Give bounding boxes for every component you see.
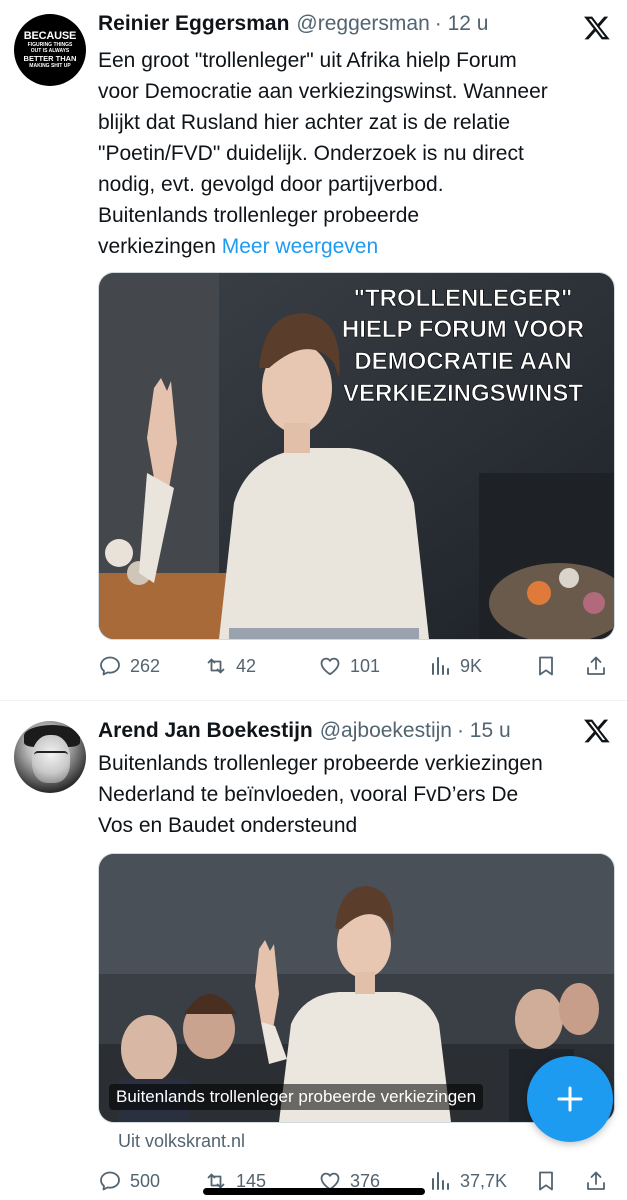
avatar-text: BETTER THAN [23, 54, 77, 64]
retweet-button[interactable]: 42 [204, 654, 256, 678]
home-indicator [203, 1188, 425, 1195]
reply-icon [100, 656, 120, 676]
tweet-actions: 262 42 101 9K [98, 648, 613, 684]
tweet-time[interactable]: · 12 u [435, 12, 489, 36]
link-source[interactable]: Uit volkskrant.nl [118, 1131, 245, 1152]
views-count: 9K [460, 655, 483, 676]
tweet-text-fragment: verkiezingen [98, 235, 216, 258]
views-icon [432, 657, 449, 675]
bookmark-button[interactable] [534, 654, 566, 678]
tweet-text: Buitenlands trollenleger probeerde verki… [98, 748, 611, 841]
views-button[interactable]: 37,7K [428, 1169, 507, 1193]
tweet-header: Reinier Eggersman @reggersman · 12 u [98, 12, 567, 46]
reply-count: 500 [130, 1170, 161, 1191]
x-logo-icon [584, 719, 610, 743]
avatar-glasses [34, 751, 68, 761]
bookmark-button[interactable] [534, 1169, 566, 1193]
tweet-image[interactable]: "TROLLENLEGER" HIELP FORUM VOOR DEMOCRAT… [98, 272, 615, 640]
tweet-text-line: voor Democratie aan verkiezingswinst. Wa… [98, 80, 548, 103]
tweet-text-line: Vos en Baudet ondersteund [98, 814, 358, 837]
like-icon [320, 657, 340, 676]
author-handle[interactable]: @ajboekestijn [320, 719, 452, 743]
overlay-line: VERKIEZINGSWINST [343, 380, 583, 407]
author-name[interactable]: Reinier Eggersman [98, 12, 289, 36]
reply-count: 262 [130, 655, 161, 676]
reply-icon [100, 1171, 120, 1191]
share-button[interactable] [584, 654, 616, 678]
author-handle[interactable]: @reggersman [296, 12, 429, 36]
views-icon [432, 1172, 449, 1190]
bookmark-icon [539, 1171, 553, 1191]
overlay-line: DEMOCRATIE AAN [354, 348, 571, 375]
views-button[interactable]: 9K [428, 654, 482, 678]
avatar-text: MAKING SHIT UP [29, 62, 71, 69]
share-icon [587, 656, 605, 675]
tweet-text-line: Buitenlands trollenleger probeerde [98, 204, 420, 227]
tweet-time[interactable]: · 15 u [457, 719, 511, 743]
x-logo-icon [584, 16, 610, 40]
tweet-text-line: Een groot "trollenleger" uit Afrika hiel… [98, 49, 517, 72]
share-icon [587, 1171, 605, 1190]
author-name[interactable]: Arend Jan Boekestijn [98, 719, 313, 743]
show-more-link[interactable]: Meer weergeven [222, 235, 378, 258]
tweet-1[interactable]: BECAUSE FIGURING THINGS OUT IS ALWAYS BE… [0, 0, 627, 700]
bookmark-icon [539, 656, 553, 676]
tweet-2[interactable]: Arend Jan Boekestijn @ajboekestijn · 15 … [0, 701, 627, 1200]
overlay-line: HIELP FORUM VOOR [342, 316, 584, 343]
tweet-text-line: verkiezingen Meer weergeven [98, 231, 611, 262]
retweet-icon [207, 658, 225, 674]
tweet-text-line: nodig, evt. gevolgd door partijverbod. [98, 173, 444, 196]
views-count: 37,7K [460, 1170, 508, 1191]
reply-button[interactable]: 500 [98, 1169, 160, 1193]
tweet-text-line: Buitenlands trollenleger probeerde verki… [98, 752, 543, 775]
tweet-text-line: blijkt dat Rusland hier achter zat is de… [98, 111, 511, 134]
tweet-text-line: Nederland te beïnvloeden, vooral FvD’ers… [98, 783, 519, 806]
avatar[interactable] [14, 721, 86, 793]
like-count: 101 [350, 655, 381, 676]
image-overlay-text: "TROLLENLEGER" HIELP FORUM VOOR DEMOCRAT… [342, 285, 585, 408]
retweet-count: 42 [236, 655, 257, 676]
compose-button[interactable] [527, 1056, 613, 1142]
compose-plus-icon [557, 1086, 583, 1112]
avatar-text: BECAUSE [23, 30, 77, 43]
share-button[interactable] [584, 1169, 616, 1193]
link-card-title[interactable]: Buitenlands trollenleger probeerde verki… [109, 1084, 484, 1110]
like-button[interactable]: 101 [318, 654, 380, 678]
avatar[interactable]: BECAUSE FIGURING THINGS OUT IS ALWAYS BE… [14, 14, 86, 86]
reply-button[interactable]: 262 [98, 654, 160, 678]
overlay-line: "TROLLENLEGER" [354, 285, 573, 312]
tweet-text-line: "Poetin/FVD" duidelijk. Onderzoek is nu … [98, 142, 524, 165]
tweet-text: Een groot "trollenleger" uit Afrika hiel… [98, 45, 611, 262]
